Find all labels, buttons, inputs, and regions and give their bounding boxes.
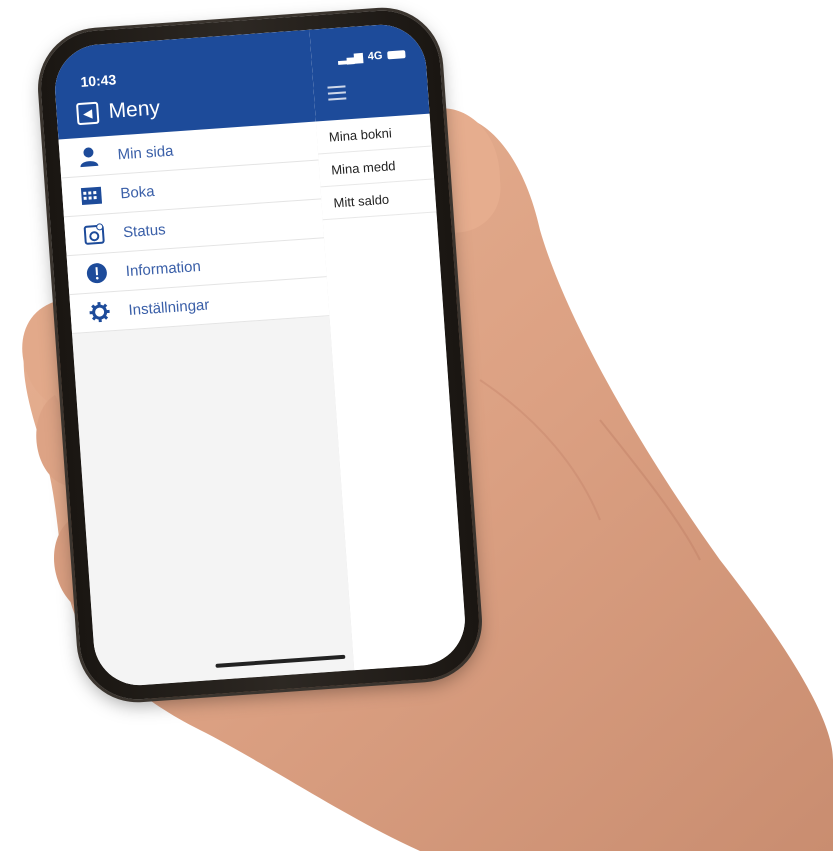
brand: ◀ Meny: [75, 96, 161, 126]
menu-item-label: Status: [122, 220, 167, 241]
user-icon: [75, 144, 103, 170]
menu-item-label: Boka: [119, 182, 156, 202]
drawer-title: Meny: [107, 96, 161, 123]
phone-screen: 10:43 ◀ Meny Min sida Boka Status Inform…: [52, 21, 468, 689]
status-time: 10:43: [79, 71, 117, 90]
phone: 10:43 ◀ Meny Min sida Boka Status Inform…: [37, 6, 483, 704]
navigation-drawer: 10:43 ◀ Meny Min sida Boka Status Inform…: [52, 29, 356, 689]
network-label: 4G: [367, 49, 383, 63]
calendar-icon: [78, 182, 106, 208]
status-bar: ▂▄▆ 4G: [338, 47, 406, 65]
menu-item-label: Information: [125, 257, 202, 280]
gear-icon: [86, 299, 114, 325]
menu-item-label: Inställningar: [127, 295, 210, 319]
signal-icon: ▂▄▆: [337, 51, 364, 65]
info-icon: [83, 260, 111, 286]
brand-logo-icon: ◀: [75, 101, 100, 126]
menu-item-label: Min sida: [117, 142, 174, 163]
app-header: ▂▄▆ 4G: [309, 21, 430, 122]
battery-icon: [387, 49, 406, 59]
list-item[interactable]: Mitt saldo: [320, 179, 437, 221]
drawer-header: 10:43 ◀ Meny: [52, 29, 316, 140]
washing-machine-icon: [80, 221, 108, 247]
menu-list: Min sida Boka Status Information Inställ…: [58, 121, 330, 335]
hamburger-menu-icon[interactable]: [327, 85, 347, 104]
